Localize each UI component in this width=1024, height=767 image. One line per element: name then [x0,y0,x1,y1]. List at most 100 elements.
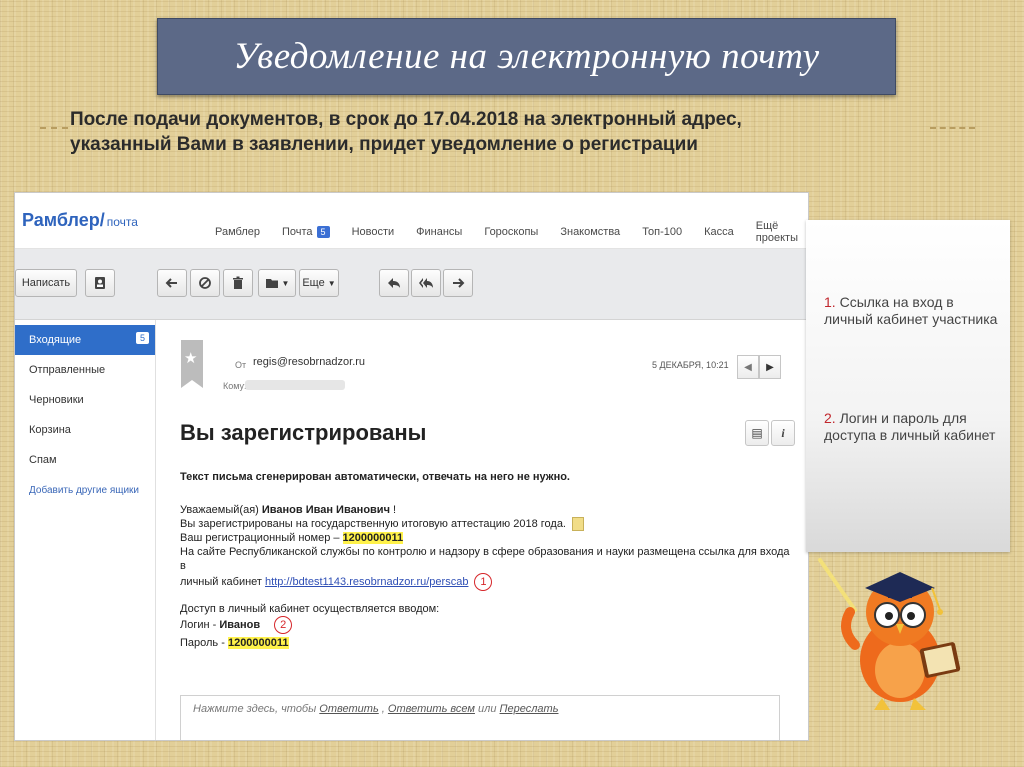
block-icon [199,277,211,289]
reply-all-link[interactable]: Ответить всем [388,703,475,715]
message-subject: Вы зарегистрированы [180,420,427,445]
delete-button[interactable] [223,269,253,297]
highlight-marker [572,517,585,532]
chevron-left-icon: ◀ [744,361,752,373]
folder-spam-label: Спам [29,454,57,466]
forward-button[interactable] [443,269,473,297]
recipient-blurred [245,380,345,390]
reg-number: 1200000011 [342,532,404,544]
nav-label: Новости [351,226,395,238]
auto-note: Текст письма сгенерирован автоматически,… [180,471,570,483]
folder-sent[interactable]: Отправленные [15,355,155,385]
folder-drafts[interactable]: Черновики [15,385,155,415]
printer-icon: ▤ [751,426,763,440]
callout-panel: 1. Ссылка на вход в личный кабинет участ… [806,220,1010,552]
info-button[interactable]: i [771,420,795,446]
chevron-right-icon: ▶ [766,361,774,373]
nav-label: Топ-100 [642,226,683,238]
forward-link[interactable]: Переслать [500,703,559,715]
nav-more-projects[interactable]: Ещё проекты [756,220,798,244]
sender-address[interactable]: regis@resobrnadzor.ru [253,356,365,368]
from-label: От [235,360,247,370]
reply-button[interactable] [379,269,409,297]
nav-mail-badge: 5 [316,226,330,238]
site-text-2-prefix: личный кабинет [180,575,266,588]
callout-text-2: Логин и пароль для доступа в личный каби… [824,410,996,443]
registered-text: Вы зарегистрированы на государственную и… [180,518,566,530]
login-label: Логин - [180,618,220,631]
nav-horoscopes[interactable]: Гороскопы [484,220,538,244]
marker-2: 2 [274,616,293,634]
message-date: 5 ДЕКАБРЯ, 10:21 [652,360,729,370]
contacts-icon [95,277,105,289]
callout-num-2: 2. [824,410,836,426]
password-line: Пароль - 1200000011 [180,636,289,650]
nav-label: Почта [282,226,313,238]
callout-num-1: 1. [824,294,836,310]
logo-sub: почта [106,215,138,229]
compose-button[interactable]: Написать [15,269,77,297]
folder-inbox[interactable]: Входящие 5 [15,325,155,355]
reply-prefix: Нажмите здесь, чтобы [193,703,320,715]
nav-news[interactable]: Новости [352,220,395,244]
password-label: Пароль - [180,637,228,649]
slide-subtitle: После подачи документов, в срок до 17.04… [70,107,950,157]
move-folder-button[interactable]: ▼ [258,269,296,297]
folder-spam[interactable]: Спам [15,445,155,475]
folder-trash[interactable]: Корзина [15,415,155,445]
logo-text: Рамблер/ [22,210,105,230]
arrow-left-icon [165,278,177,288]
access-line: Доступ в личный кабинет осуществляется в… [180,603,440,615]
reply-all-button[interactable] [411,269,441,297]
site-text-1: На сайте Республиканской службы по контр… [180,546,790,572]
nav-label: Рамблер [215,226,260,238]
nav-label: Финансы [416,226,463,238]
chevron-down-icon: ▼ [281,278,290,288]
reg-number-label: Ваш регистрационный номер – [180,532,343,544]
password-value: 1200000011 [227,637,289,649]
contacts-button[interactable] [85,269,115,297]
folder-sent-label: Отправленные [29,364,106,376]
login-line: Логин - Иванов 2 [180,616,293,634]
nav-dating[interactable]: Знакомства [560,220,620,244]
bookmark-icon[interactable]: ★ [181,340,203,388]
print-button[interactable]: ▤ [745,420,769,446]
reply-or: или [474,703,500,715]
nav-label: Ещё проекты [755,220,798,244]
nav-kassa[interactable]: Касса [704,220,734,244]
reply-link[interactable]: Ответить [319,703,378,715]
nav-label: Гороскопы [484,226,539,238]
mail-screenshot: Рамблер/почта Рамблер Почта 5 Новости Фин… [15,193,808,740]
prev-message-button[interactable]: ◀ [737,355,759,379]
nav-top100[interactable]: Топ-100 [642,220,682,244]
folder-icon [265,279,278,288]
arrow-right-icon [453,278,465,288]
nav-mail[interactable]: Почта 5 [282,220,330,244]
chevron-down-icon: ▼ [327,278,336,288]
owl-professor-illustration [818,558,961,710]
folder-drafts-label: Черновики [29,394,84,406]
personal-cabinet-link[interactable]: http://bdtest1143.resobrnadzor.ru/persca… [265,576,468,588]
to-label: Кому: [223,381,247,391]
nav-finance[interactable]: Финансы [416,220,462,244]
folder-inbox-label: Входящие [29,334,82,346]
site-line: На сайте Республиканской службы по контр… [180,545,790,591]
back-button[interactable] [157,269,187,297]
rambler-logo[interactable]: Рамблер/почта [22,210,138,231]
greeting-line: Уважаемый(ая) Иванов Иван Иванович ! [180,503,396,517]
add-mailboxes-link[interactable]: Добавить другие ящики [15,475,155,505]
more-button[interactable]: Еще ▼ [299,269,339,297]
reg-number-line: Ваш регистрационный номер – 1200000011 [180,531,404,545]
reply-all-icon [419,278,433,288]
spam-button[interactable] [190,269,220,297]
nav-label: Касса [704,226,734,238]
recipient-name: Иванов Иван Иванович [261,504,390,516]
nav-rambler[interactable]: Рамблер [215,220,260,244]
login-value: Иванов [219,618,261,631]
reply-icon [388,278,400,288]
mail-sidebar: Входящие 5 Отправленные Черновики Корзин… [15,320,156,740]
greeting-prefix: Уважаемый(ая) [180,504,262,516]
quick-reply-box[interactable]: Нажмите здесь, чтобы Ответить , Ответить… [180,695,780,740]
mail-toolbar: Написать ▼ Еще ▼ [15,249,808,320]
next-message-button[interactable]: ▶ [759,355,781,379]
